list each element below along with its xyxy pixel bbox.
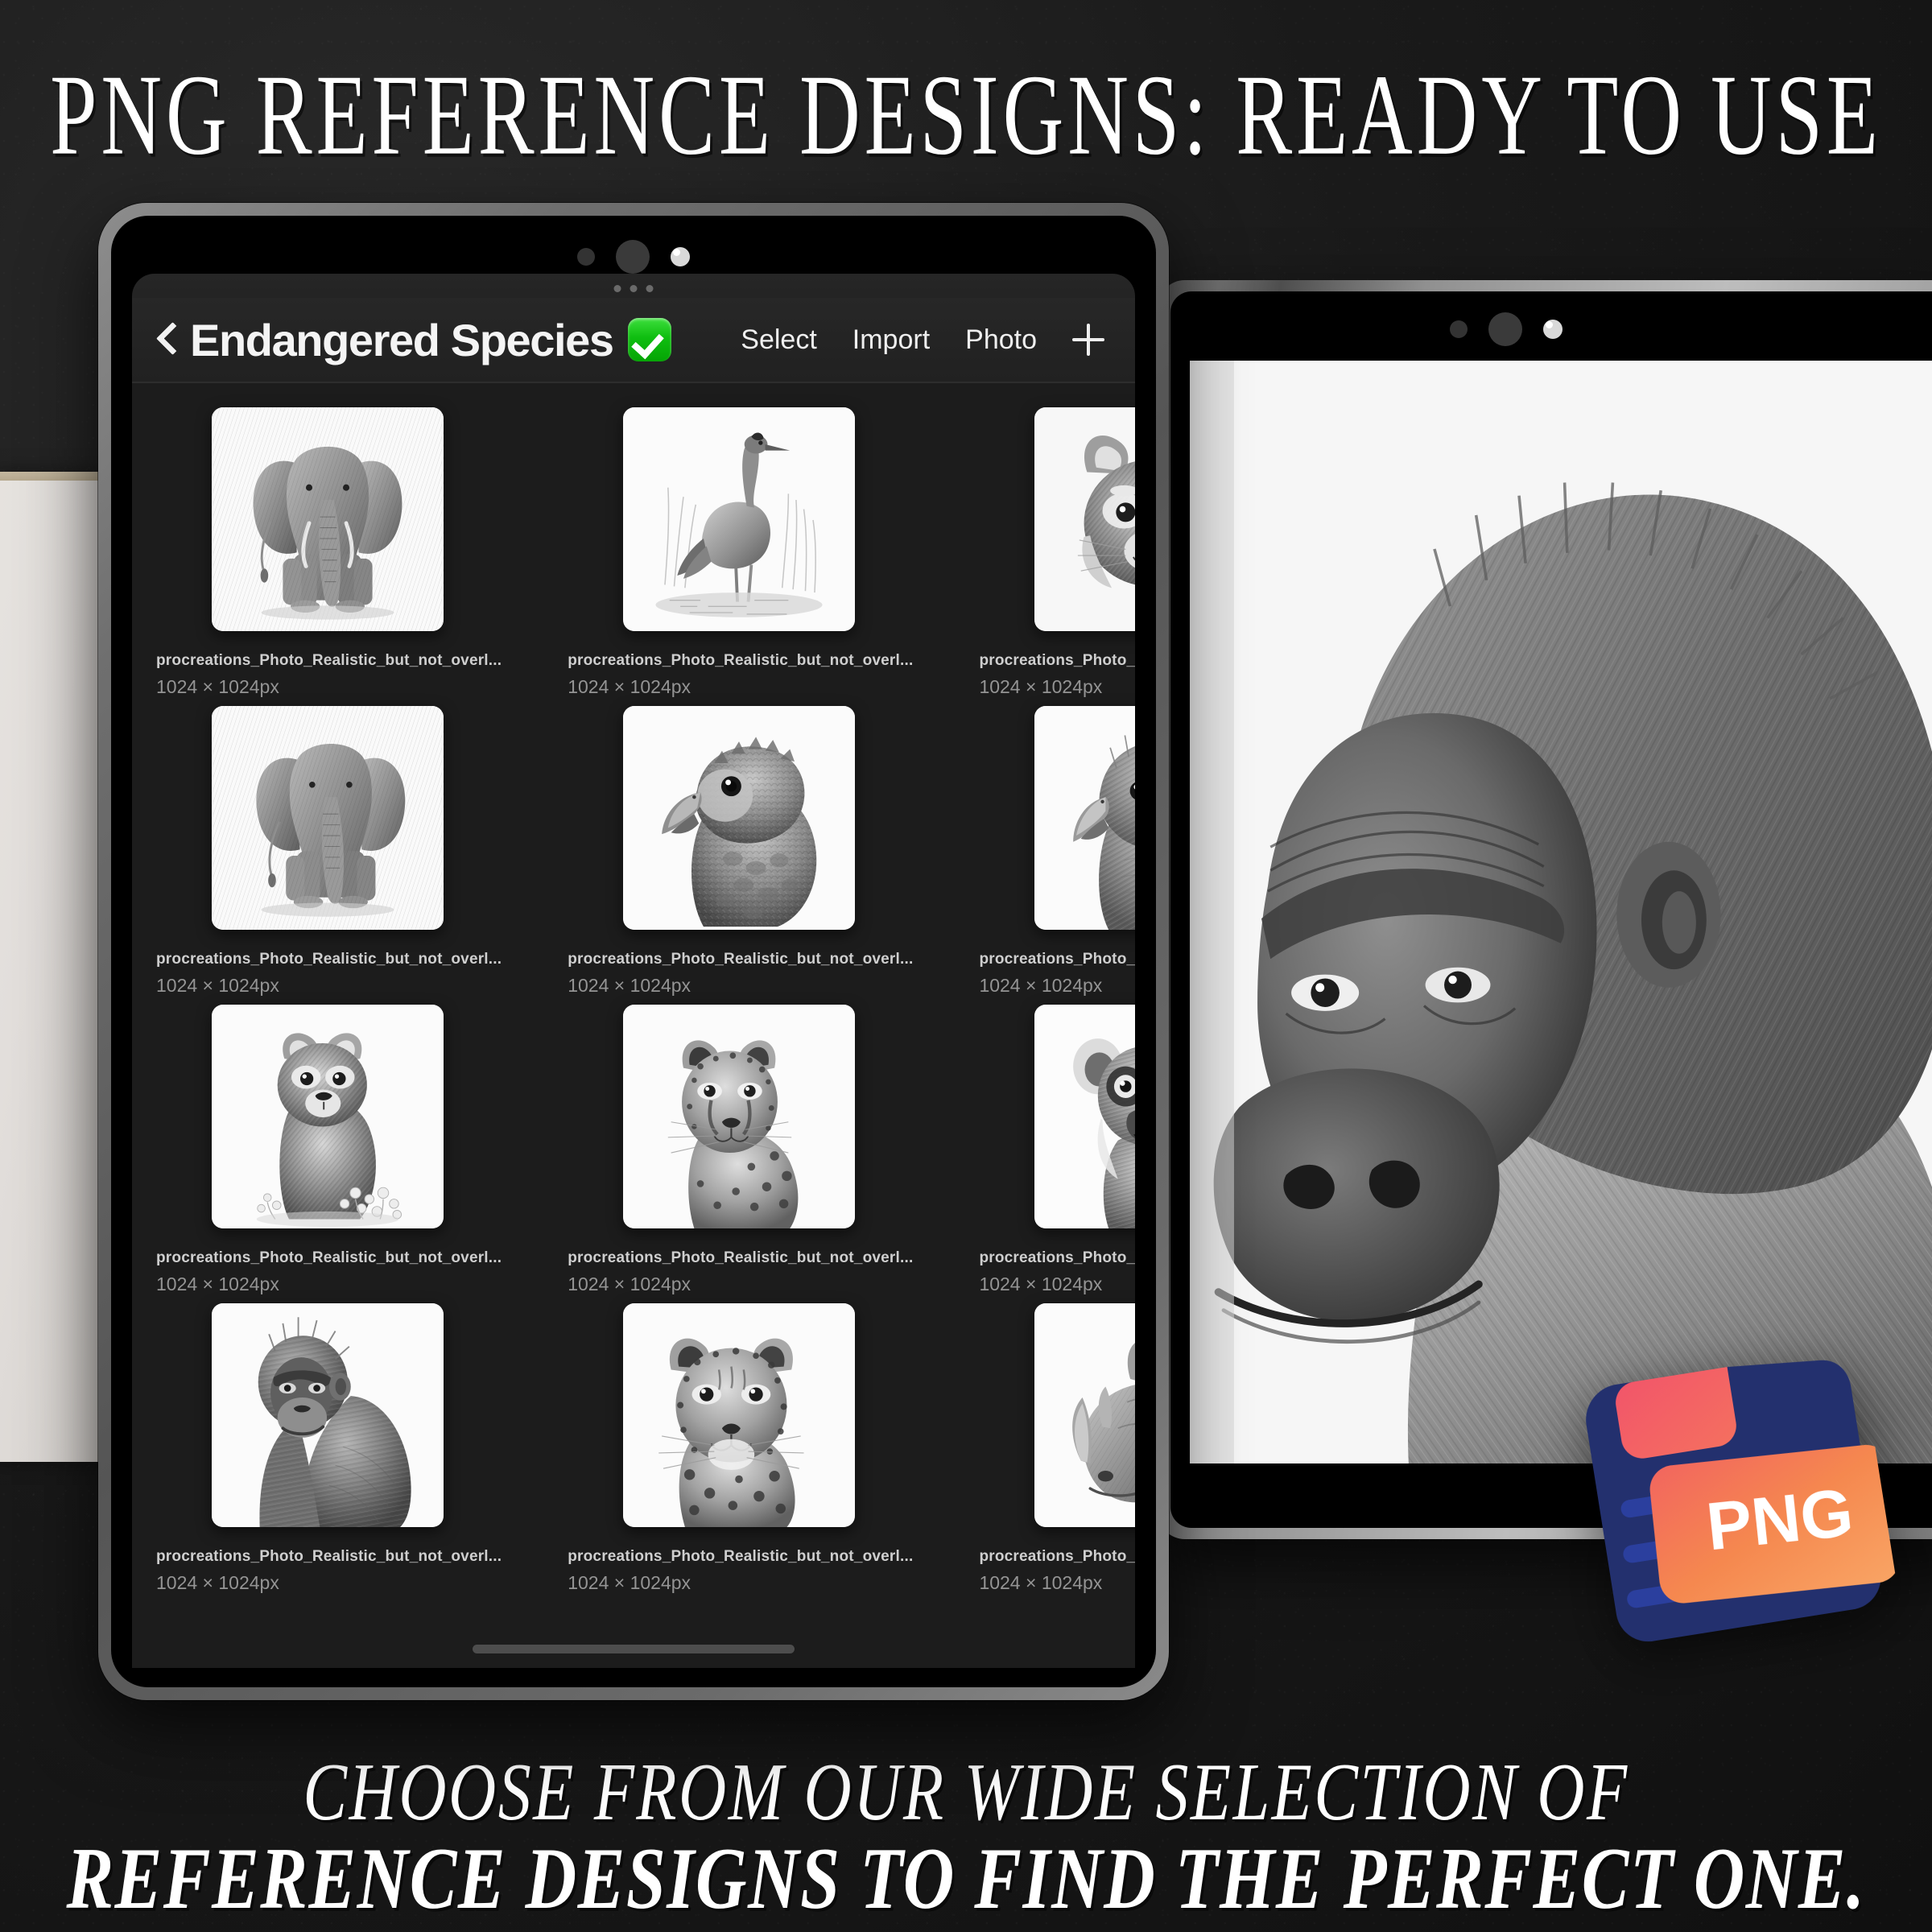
file-name: procreations_Photo_Realistic_but_not_ove… — [979, 652, 1135, 669]
file-dimensions: 1024 × 1024px — [568, 975, 691, 996]
file-dimensions: 1024 × 1024px — [979, 676, 1103, 697]
grip-dot-icon — [646, 285, 654, 292]
tablet-device-left: Endangered Species Select Import Photo p… — [98, 203, 1169, 1700]
thumbnail-crane-bird[interactable] — [622, 407, 855, 631]
gallery-item[interactable]: procreations_Photo_Realistic_but_not_ove… — [976, 407, 1135, 698]
gallery-item[interactable]: procreations_Photo_Realistic_but_not_ove… — [976, 1303, 1135, 1594]
gallery-app-window: Endangered Species Select Import Photo p… — [132, 274, 1135, 1668]
gallery-item[interactable]: procreations_Photo_Realistic_but_not_ove… — [976, 706, 1135, 997]
wall-panel-left — [0, 472, 111, 1462]
thumbnail-kea-parrot[interactable] — [622, 706, 855, 930]
tablet-left-screen: Endangered Species Select Import Photo p… — [111, 216, 1156, 1687]
front-camera-icon — [671, 247, 690, 266]
thumbnail-leopard-portrait[interactable] — [622, 1303, 855, 1527]
gallery-item[interactable]: procreations_Photo_Realistic_but_not_ove… — [564, 407, 913, 698]
file-dimensions: 1024 × 1024px — [568, 1274, 691, 1294]
camera-notch-right — [1450, 312, 1563, 346]
thumbnail-meta: procreations_Photo_Realistic_but_not_ove… — [564, 1228, 913, 1295]
file-name: procreations_Photo_Realistic_but_not_ove… — [979, 1548, 1135, 1565]
gallery-grid-container[interactable]: procreations_Photo_Realistic_but_not_ove… — [132, 383, 1135, 1668]
file-name: procreations_Photo_Realistic_but_not_ove… — [568, 951, 914, 968]
thumbnail-rhinoceros[interactable] — [1034, 1303, 1135, 1527]
photo-button[interactable]: Photo — [965, 324, 1037, 356]
thumbnail-meta: procreations_Photo_Realistic_but_not_ove… — [976, 930, 1135, 997]
file-name: procreations_Photo_Realistic_but_not_ove… — [568, 1249, 914, 1266]
select-button[interactable]: Select — [741, 324, 817, 356]
gallery-item[interactable]: procreations_Photo_Realistic_but_not_ove… — [564, 1005, 913, 1295]
svg-text:PNG: PNG — [1703, 1474, 1857, 1565]
sensor-dot-icon — [577, 248, 595, 266]
thumbnail-red-panda-face[interactable] — [1034, 407, 1135, 631]
file-name: procreations_Photo_Realistic_but_not_ove… — [156, 951, 502, 968]
header-actions: Select Import Photo — [741, 324, 1111, 356]
green-check-badge-icon — [627, 318, 671, 361]
thumbnail-meta: procreations_Photo_Realistic_but_not_ove… — [976, 1228, 1135, 1295]
thumbnail-elephant-walking[interactable] — [211, 706, 444, 930]
file-dimensions: 1024 × 1024px — [156, 975, 279, 996]
thumbnail-meta: procreations_Photo_Realistic_but_not_ove… — [153, 631, 502, 698]
thumbnail-kakapo-parrot[interactable] — [1034, 706, 1135, 930]
thumbnail-meta: procreations_Photo_Realistic_but_not_ove… — [153, 930, 502, 997]
import-button[interactable]: Import — [852, 324, 930, 356]
thumbnail-meta: procreations_Photo_Realistic_but_not_ove… — [976, 631, 1135, 698]
gallery-item[interactable]: procreations_Photo_Realistic_but_not_ove… — [976, 1005, 1135, 1295]
file-dimensions: 1024 × 1024px — [979, 975, 1103, 996]
file-dimensions: 1024 × 1024px — [568, 1572, 691, 1593]
thumbnail-meta: procreations_Photo_Realistic_but_not_ove… — [153, 1228, 502, 1295]
artwork-canvas[interactable] — [1190, 361, 1932, 1463]
thumbnail-meta: procreations_Photo_Realistic_but_not_ove… — [976, 1527, 1135, 1594]
file-dimensions: 1024 × 1024px — [156, 676, 279, 697]
front-camera-icon — [1543, 320, 1563, 339]
thumbnail-meta: procreations_Photo_Realistic_but_not_ove… — [564, 930, 913, 997]
thumbnail-meta: procreations_Photo_Realistic_but_not_ove… — [564, 631, 913, 698]
file-dimensions: 1024 × 1024px — [979, 1274, 1103, 1294]
gallery-item[interactable]: procreations_Photo_Realistic_but_not_ove… — [564, 706, 913, 997]
page-title: Endangered Species — [190, 314, 614, 365]
gallery-item[interactable]: procreations_Photo_Realistic_but_not_ove… — [153, 1303, 502, 1594]
thumbnail-grid: procreations_Photo_Realistic_but_not_ove… — [153, 407, 1135, 1602]
app-header: Endangered Species Select Import Photo — [132, 298, 1135, 382]
thumbnail-meta: procreations_Photo_Realistic_but_not_ove… — [564, 1527, 913, 1594]
camera-lens-icon — [616, 240, 650, 274]
file-dimensions: 1024 × 1024px — [156, 1572, 279, 1593]
thumbnail-meta: procreations_Photo_Realistic_but_not_ove… — [153, 1527, 502, 1594]
thumbnail-chimpanzee[interactable] — [211, 1303, 444, 1527]
camera-lens-icon — [1488, 312, 1523, 346]
sensor-dot-icon — [1450, 320, 1468, 338]
file-name: procreations_Photo_Realistic_but_not_ove… — [156, 652, 502, 669]
thumbnail-elephant-front[interactable] — [211, 407, 444, 631]
camera-notch-left — [577, 240, 690, 274]
back-chevron-icon[interactable] — [156, 322, 177, 357]
gallery-item[interactable]: procreations_Photo_Realistic_but_not_ove… — [153, 1005, 502, 1295]
home-indicator[interactable] — [473, 1645, 795, 1653]
gallery-item[interactable]: procreations_Photo_Realistic_but_not_ove… — [564, 1303, 913, 1594]
gallery-item[interactable]: procreations_Photo_Realistic_but_not_ove… — [153, 407, 502, 698]
file-dimensions: 1024 × 1024px — [568, 676, 691, 697]
file-dimensions: 1024 × 1024px — [156, 1274, 279, 1294]
file-dimensions: 1024 × 1024px — [979, 1572, 1103, 1593]
thumbnail-lemur-face[interactable] — [1034, 1005, 1135, 1228]
wall-panel-trim — [0, 472, 111, 481]
file-name: procreations_Photo_Realistic_but_not_ove… — [979, 951, 1135, 968]
gallery-item[interactable]: procreations_Photo_Realistic_but_not_ove… — [153, 706, 502, 997]
grip-dot-icon — [613, 285, 621, 292]
window-grip-handle[interactable] — [613, 285, 654, 292]
file-name: procreations_Photo_Realistic_but_not_ove… — [156, 1249, 502, 1266]
footer-line-1: CHOOSE FROM OUR WIDE SELECTION OF — [303, 1746, 1629, 1838]
grip-dot-icon — [630, 285, 638, 292]
thumbnail-red-panda-body[interactable] — [211, 1005, 444, 1228]
file-name: procreations_Photo_Realistic_but_not_ove… — [568, 1548, 914, 1565]
file-name: procreations_Photo_Realistic_but_not_ove… — [568, 652, 914, 669]
png-file-badge: PNG — [1550, 1305, 1903, 1671]
file-name: procreations_Photo_Realistic_but_not_ove… — [156, 1548, 502, 1565]
thumbnail-cheetah-portrait[interactable] — [622, 1005, 855, 1228]
footer-line-2: REFERENCE DESIGNS TO FIND THE PERFECT ON… — [66, 1831, 1866, 1928]
add-plus-icon[interactable] — [1072, 324, 1104, 356]
file-name: procreations_Photo_Realistic_but_not_ove… — [979, 1249, 1135, 1266]
page-headline: PNG REFERENCE DESIGNS: READY TO USE — [50, 52, 1882, 180]
